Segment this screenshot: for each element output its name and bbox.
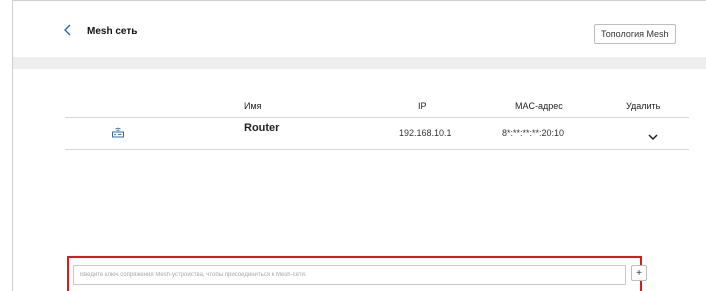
page-header: Mesh сеть Топология Mesh [13, 1, 706, 57]
chevron-down-icon[interactable] [647, 129, 659, 141]
table-row: Router 192.168.10.1 8*:**:**:**:20:10 [65, 118, 689, 150]
device-name: Router [244, 122, 280, 134]
page-frame: Mesh сеть Топология Mesh Имя IP MAC-адре… [12, 0, 706, 291]
column-header-ip: IP [418, 101, 427, 111]
router-icon [111, 125, 125, 139]
pairing-key-highlight [67, 256, 642, 291]
mesh-device-table: Имя IP MAC-адрес Удалить Router 192.168.… [65, 97, 689, 150]
column-header-mac: MAC-адрес [515, 101, 563, 111]
column-header-name: Имя [244, 101, 262, 111]
pairing-key-input[interactable] [73, 265, 626, 285]
add-device-button[interactable]: + [631, 265, 647, 281]
mesh-topology-button[interactable]: Топология Mesh [594, 24, 676, 44]
device-mac: 8*:**:**:**:20:10 [502, 128, 565, 138]
back-arrow-icon[interactable] [61, 23, 75, 37]
device-ip: 192.168.10.1 [399, 128, 452, 138]
header-divider-band [13, 57, 706, 69]
page-title: Mesh сеть [87, 26, 138, 37]
column-header-delete: Удалить [626, 101, 661, 111]
table-header: Имя IP MAC-адрес Удалить [65, 97, 689, 118]
